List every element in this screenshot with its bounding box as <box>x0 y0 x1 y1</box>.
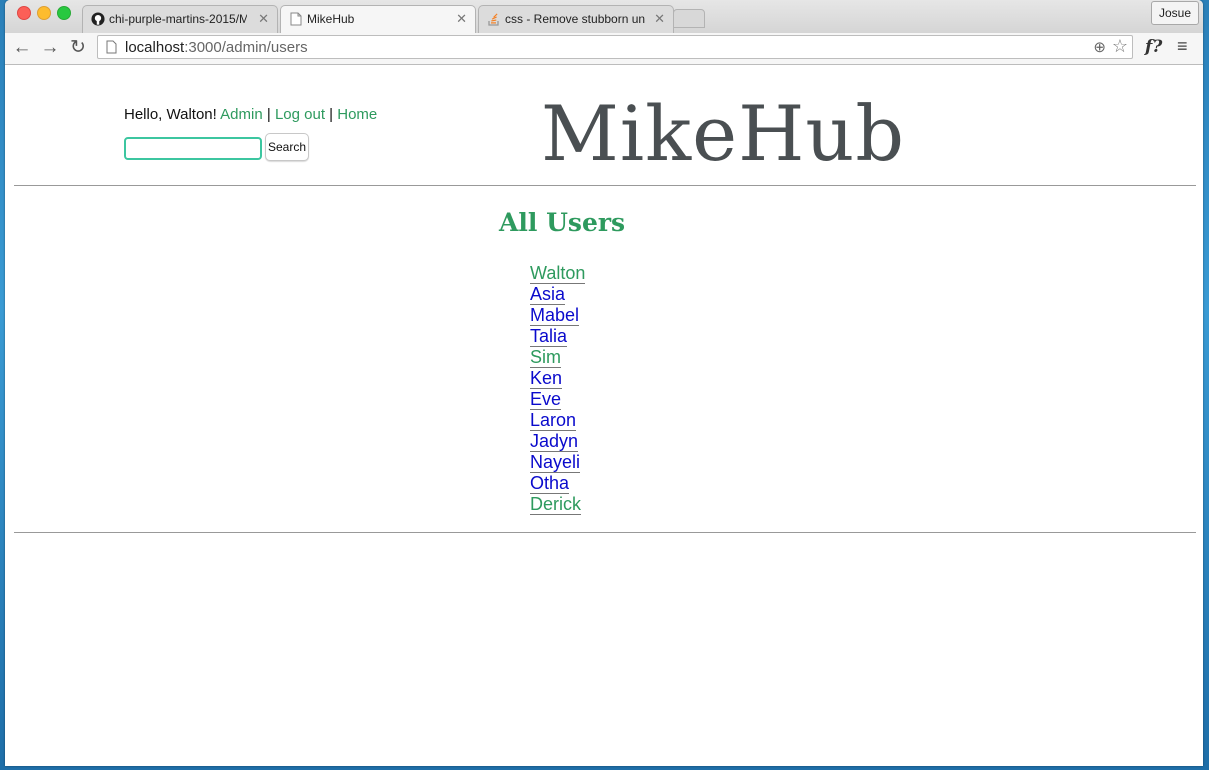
list-item: Derick <box>530 494 585 515</box>
back-arrow-icon[interactable]: ← <box>11 37 33 59</box>
browser-toolbar: ← → ↻ localhost:3000/admin/users ⊕ ☆ f? … <box>5 33 1203 65</box>
url-host: localhost <box>125 39 185 56</box>
separator: | <box>266 106 271 123</box>
url-path: :3000/admin/users <box>184 39 308 56</box>
divider <box>14 532 1196 533</box>
profile-button[interactable]: Josue <box>1150 1 1199 25</box>
tab-close-icon[interactable]: ✕ <box>456 11 467 27</box>
user-link[interactable]: Otha <box>530 473 570 494</box>
list-item: Jadyn <box>530 431 585 452</box>
list-item: Mabel <box>530 305 585 326</box>
tab-close-icon[interactable]: ✕ <box>258 11 269 27</box>
user-link[interactable]: Laron <box>530 410 577 431</box>
divider <box>14 185 1196 186</box>
user-link[interactable]: Nayeli <box>530 452 581 473</box>
tab-github[interactable]: chi-purple-martins-2015/M ✕ <box>82 5 278 33</box>
logout-link[interactable]: Log out <box>275 106 325 123</box>
url-text: localhost:3000/admin/users <box>125 39 308 56</box>
list-item: Talia <box>530 326 585 347</box>
search-input[interactable] <box>124 137 262 160</box>
page-icon <box>290 12 302 26</box>
user-link[interactable]: Eve <box>530 389 562 410</box>
site-logo: MikeHub <box>541 89 906 178</box>
list-item: Ken <box>530 368 585 389</box>
user-link[interactable]: Asia <box>530 284 566 305</box>
list-item: Nayeli <box>530 452 585 473</box>
zoom-icon[interactable]: ⊕ <box>1093 38 1106 56</box>
extension-button[interactable]: f? <box>1145 37 1162 57</box>
user-link[interactable]: Derick <box>530 494 582 515</box>
github-icon <box>91 12 105 26</box>
tab-close-icon[interactable]: ✕ <box>654 11 665 27</box>
list-item: Eve <box>530 389 585 410</box>
admin-link[interactable]: Admin <box>220 106 263 123</box>
window-close-button[interactable] <box>17 6 31 20</box>
home-link[interactable]: Home <box>337 106 377 123</box>
user-link[interactable]: Mabel <box>530 305 580 326</box>
menu-hamburger-icon[interactable]: ≡ <box>1177 36 1188 57</box>
list-item: Sim <box>530 347 585 368</box>
list-item: Laron <box>530 410 585 431</box>
bookmark-star-icon[interactable]: ☆ <box>1112 36 1128 57</box>
tab-mikehub[interactable]: MikeHub ✕ <box>280 5 476 33</box>
user-link[interactable]: Talia <box>530 326 568 347</box>
list-item: Asia <box>530 284 585 305</box>
window-maximize-button[interactable] <box>57 6 71 20</box>
greeting-text: Hello, Walton! <box>124 106 217 123</box>
user-greeting: Hello, Walton! Admin | Log out | Home <box>124 106 377 123</box>
page-content: Hello, Walton! Admin | Log out | Home Se… <box>5 65 1203 766</box>
tab-title: MikeHub <box>307 12 355 26</box>
tab-stackoverflow[interactable]: css - Remove stubborn un ✕ <box>478 5 674 33</box>
user-link[interactable]: Walton <box>530 263 586 284</box>
tab-title: chi-purple-martins-2015/M <box>109 12 247 26</box>
new-tab-button[interactable] <box>673 9 705 28</box>
list-item: Otha <box>530 473 585 494</box>
stackoverflow-icon <box>488 13 499 26</box>
forward-arrow-icon[interactable]: → <box>39 37 61 59</box>
user-link[interactable]: Sim <box>530 347 561 368</box>
page-title: All Users <box>499 208 626 237</box>
window-minimize-button[interactable] <box>37 6 51 20</box>
reload-icon[interactable]: ↻ <box>67 37 89 59</box>
user-list: Walton Asia Mabel Talia Sim Ken Eve Laron Jadyn N… <box>530 263 586 515</box>
page-icon <box>106 40 117 54</box>
browser-window: chi-purple-martins-2015/M ✕ MikeHub ✕ cs… <box>5 0 1203 766</box>
user-link[interactable]: Ken <box>530 368 563 389</box>
address-bar[interactable]: localhost:3000/admin/users ⊕ ☆ <box>97 35 1133 59</box>
search-button[interactable]: Search <box>265 133 309 161</box>
separator: | <box>329 106 334 123</box>
list-item: Walton <box>530 263 586 284</box>
tab-strip: chi-purple-martins-2015/M ✕ MikeHub ✕ cs… <box>5 0 1203 33</box>
tab-title: css - Remove stubborn un <box>505 12 645 26</box>
user-link[interactable]: Jadyn <box>530 431 579 452</box>
